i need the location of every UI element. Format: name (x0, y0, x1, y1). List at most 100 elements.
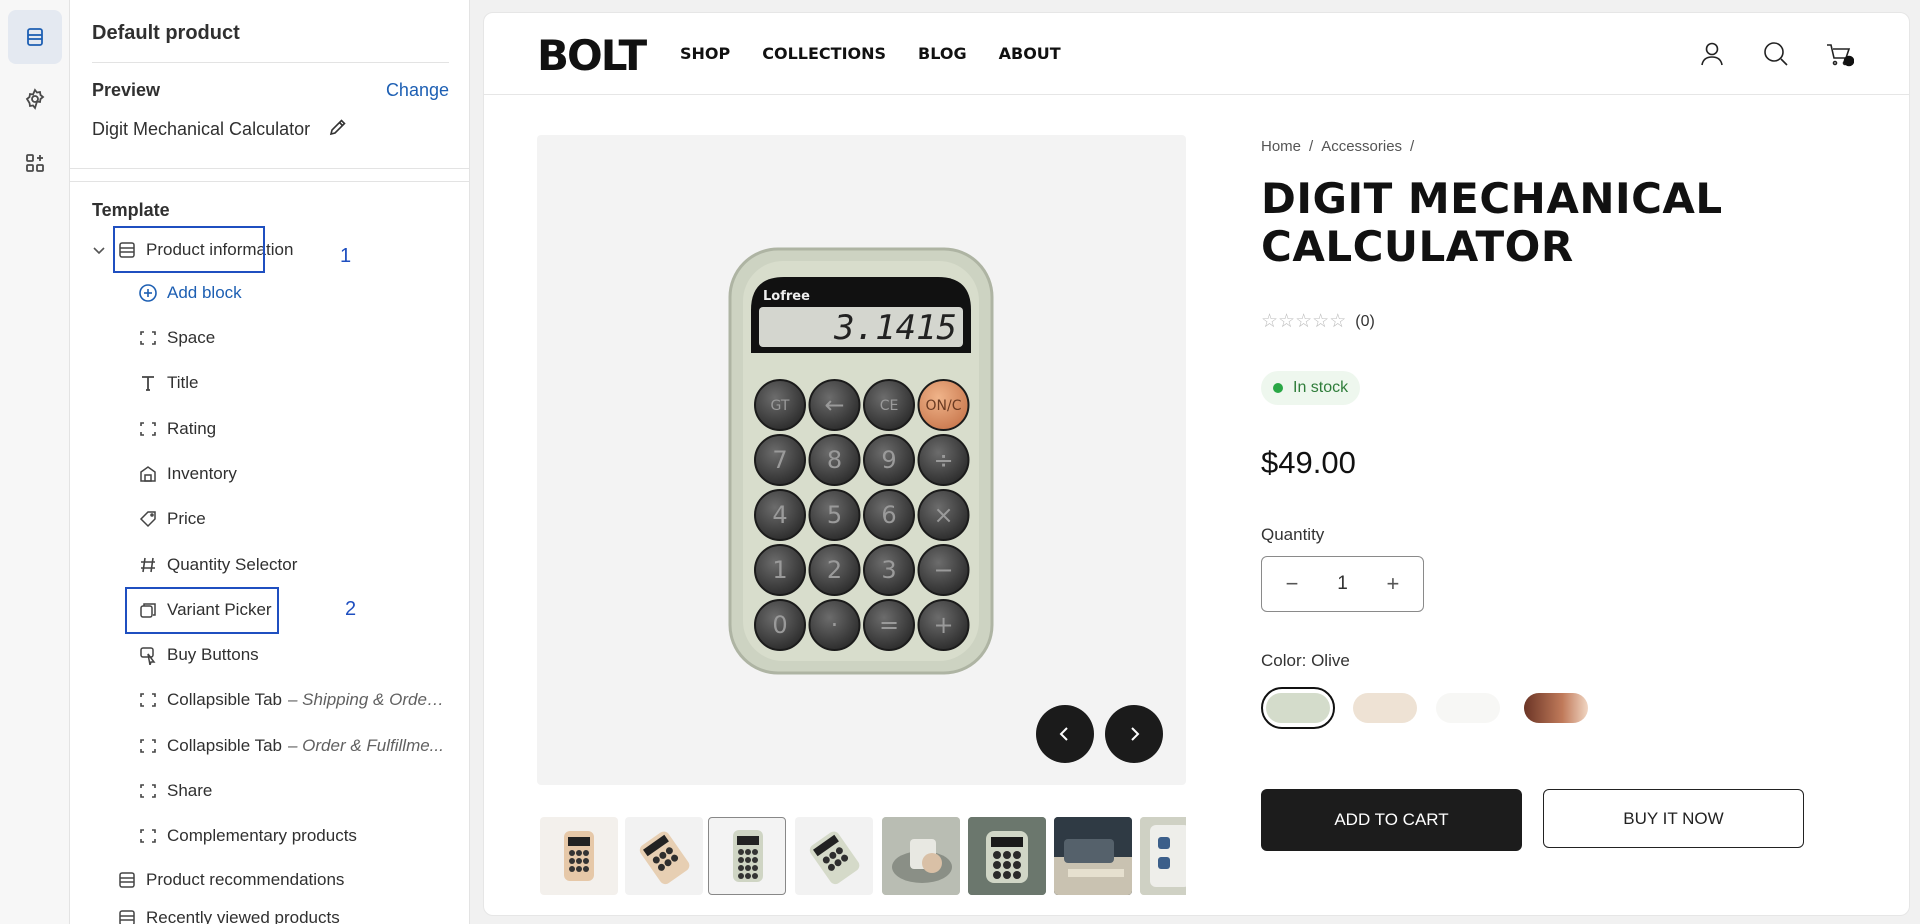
swatch-olive[interactable] (1266, 693, 1330, 723)
settings-gear-icon[interactable] (8, 72, 62, 126)
store-header: BOLT SHOP COLLECTIONS BLOG ABOUT (484, 13, 1909, 95)
chevron-left-icon (1059, 727, 1068, 741)
thumbnail[interactable] (795, 817, 873, 895)
block-buy-buttons[interactable]: Buy Buttons (137, 638, 259, 672)
thumbnail-strip (537, 815, 1186, 897)
block-label: Share (167, 781, 213, 800)
thumbnail[interactable] (540, 817, 618, 895)
calculator-key-label: 3 (881, 556, 896, 584)
product-rating: ☆☆☆☆☆ (0) (1261, 310, 1375, 333)
block-label: Rating (167, 418, 217, 438)
block-price[interactable]: Price (137, 502, 206, 536)
buy-it-now-button[interactable]: BUY IT NOW (1543, 789, 1804, 848)
thumbnail[interactable] (625, 817, 703, 895)
cart-icon[interactable] (1824, 39, 1855, 69)
storefront-preview: BOLT SHOP COLLECTIONS BLOG ABOUT Lofree (483, 12, 1910, 916)
thumbnail[interactable] (968, 817, 1046, 895)
block-label: Complementary products (167, 826, 357, 846)
stock-dot-icon (1273, 383, 1283, 393)
breadcrumb-accessories[interactable]: Accessories (1321, 138, 1402, 155)
block-complementary-products[interactable]: Complementary products (137, 819, 357, 853)
thumbnail[interactable] (882, 817, 960, 895)
section-recently-viewed[interactable]: Recently viewed products (116, 901, 340, 924)
annotation-number-2: 2 (345, 598, 357, 620)
apps-icon[interactable] (8, 136, 62, 190)
calculator-key-label: 5 (827, 501, 842, 529)
calculator-product-image: Lofree 3.1415 GT ← CE ON/C 7 8 9 ÷ 4 5 6 × 1 2 3 − 0 · = + (728, 247, 994, 675)
section-label: Recently viewed products (146, 908, 340, 924)
block-label: Collapsible Tab (167, 690, 282, 710)
swatch-white[interactable] (1436, 693, 1500, 723)
breadcrumb: Home / Accessories / (1261, 138, 1414, 155)
divider (92, 62, 449, 63)
calculator-key-label: 1 (772, 556, 787, 584)
stock-text: In stock (1293, 379, 1349, 396)
nav-blog[interactable]: BLOG (918, 44, 967, 63)
calculator-key-label: 6 (881, 501, 896, 529)
calculator-key-label: × (933, 501, 953, 529)
nav-shop[interactable]: SHOP (680, 44, 730, 63)
block-label: Buy Buttons (167, 645, 259, 665)
chevron-right-icon (1131, 727, 1140, 741)
block-inventory[interactable]: Inventory (137, 457, 237, 491)
account-icon[interactable] (1697, 39, 1727, 69)
block-label: Quantity Selector (167, 554, 298, 574)
highlight-box-1 (113, 226, 265, 273)
block-sublabel: – Shipping & Order ... (287, 690, 446, 710)
calculator-key-label: ← (824, 391, 844, 419)
block-space[interactable]: Space (137, 321, 215, 355)
block-quantity-selector[interactable]: Quantity Selector (137, 548, 297, 582)
swatch-beige[interactable] (1353, 693, 1417, 723)
product-title-line-1: DIGIT MECHANICAL (1261, 174, 1723, 223)
add-to-cart-button[interactable]: ADD TO CART (1261, 789, 1522, 851)
quantity-decrease-button[interactable]: − (1280, 571, 1304, 596)
color-label: Color: Olive (1261, 651, 1350, 670)
hash-icon (137, 554, 159, 576)
gallery-prev-button[interactable] (1036, 705, 1094, 763)
panel-title: Default product (92, 22, 240, 44)
block-title[interactable]: Title (137, 366, 199, 400)
text-icon (137, 372, 159, 394)
nav-about[interactable]: ABOUT (999, 44, 1061, 63)
section-bracket-icon (137, 780, 159, 802)
preview-label: Preview (92, 80, 161, 100)
calculator-key-label: 0 (772, 611, 787, 639)
thumbnail[interactable] (1140, 817, 1186, 895)
block-collapsible-tab[interactable]: Collapsible Tab – Shipping & Order ... (137, 683, 446, 717)
quantity-value[interactable]: 1 (1337, 573, 1348, 595)
edit-pencil-icon[interactable] (328, 117, 348, 142)
icon-rail (0, 0, 70, 924)
block-share[interactable]: Share (137, 774, 212, 808)
quantity-label: Quantity (1261, 525, 1325, 544)
thumbnail-selected[interactable] (708, 817, 786, 895)
sections-icon[interactable] (8, 10, 62, 64)
breadcrumb-separator: / (1309, 138, 1314, 155)
swatch-copper[interactable] (1524, 693, 1588, 723)
block-rating[interactable]: Rating (137, 412, 216, 446)
block-sublabel: – Order & Fulfillme... (287, 735, 444, 755)
calculator-key-label: GT (771, 398, 790, 414)
search-icon[interactable] (1761, 39, 1791, 69)
divider (70, 168, 469, 169)
quantity-increase-button[interactable]: + (1381, 571, 1405, 596)
inventory-icon (137, 463, 159, 485)
gallery-next-button[interactable] (1105, 705, 1163, 763)
calculator-key-label: − (933, 556, 953, 584)
add-block-label: Add block (167, 283, 242, 302)
change-preview-link[interactable]: Change (386, 80, 449, 101)
chevron-down-icon[interactable] (91, 242, 107, 258)
section-label: Product recommendations (146, 870, 345, 889)
section-icon (116, 869, 138, 891)
breadcrumb-home[interactable]: Home (1261, 138, 1301, 155)
add-block-button[interactable]: Add block (137, 276, 242, 310)
section-bracket-icon (137, 735, 159, 757)
section-bracket-icon (137, 418, 159, 440)
section-product-recommendations[interactable]: Product recommendations (116, 863, 344, 897)
store-logo[interactable]: BOLT (537, 31, 647, 80)
section-bracket-icon (137, 825, 159, 847)
thumbnail[interactable] (1054, 817, 1132, 895)
nav-collections[interactable]: COLLECTIONS (762, 44, 886, 63)
block-label: Collapsible Tab (167, 735, 282, 755)
annotation-number-1: 1 (340, 245, 352, 267)
block-collapsible-tab[interactable]: Collapsible Tab – Order & Fulfillme... (137, 729, 444, 763)
